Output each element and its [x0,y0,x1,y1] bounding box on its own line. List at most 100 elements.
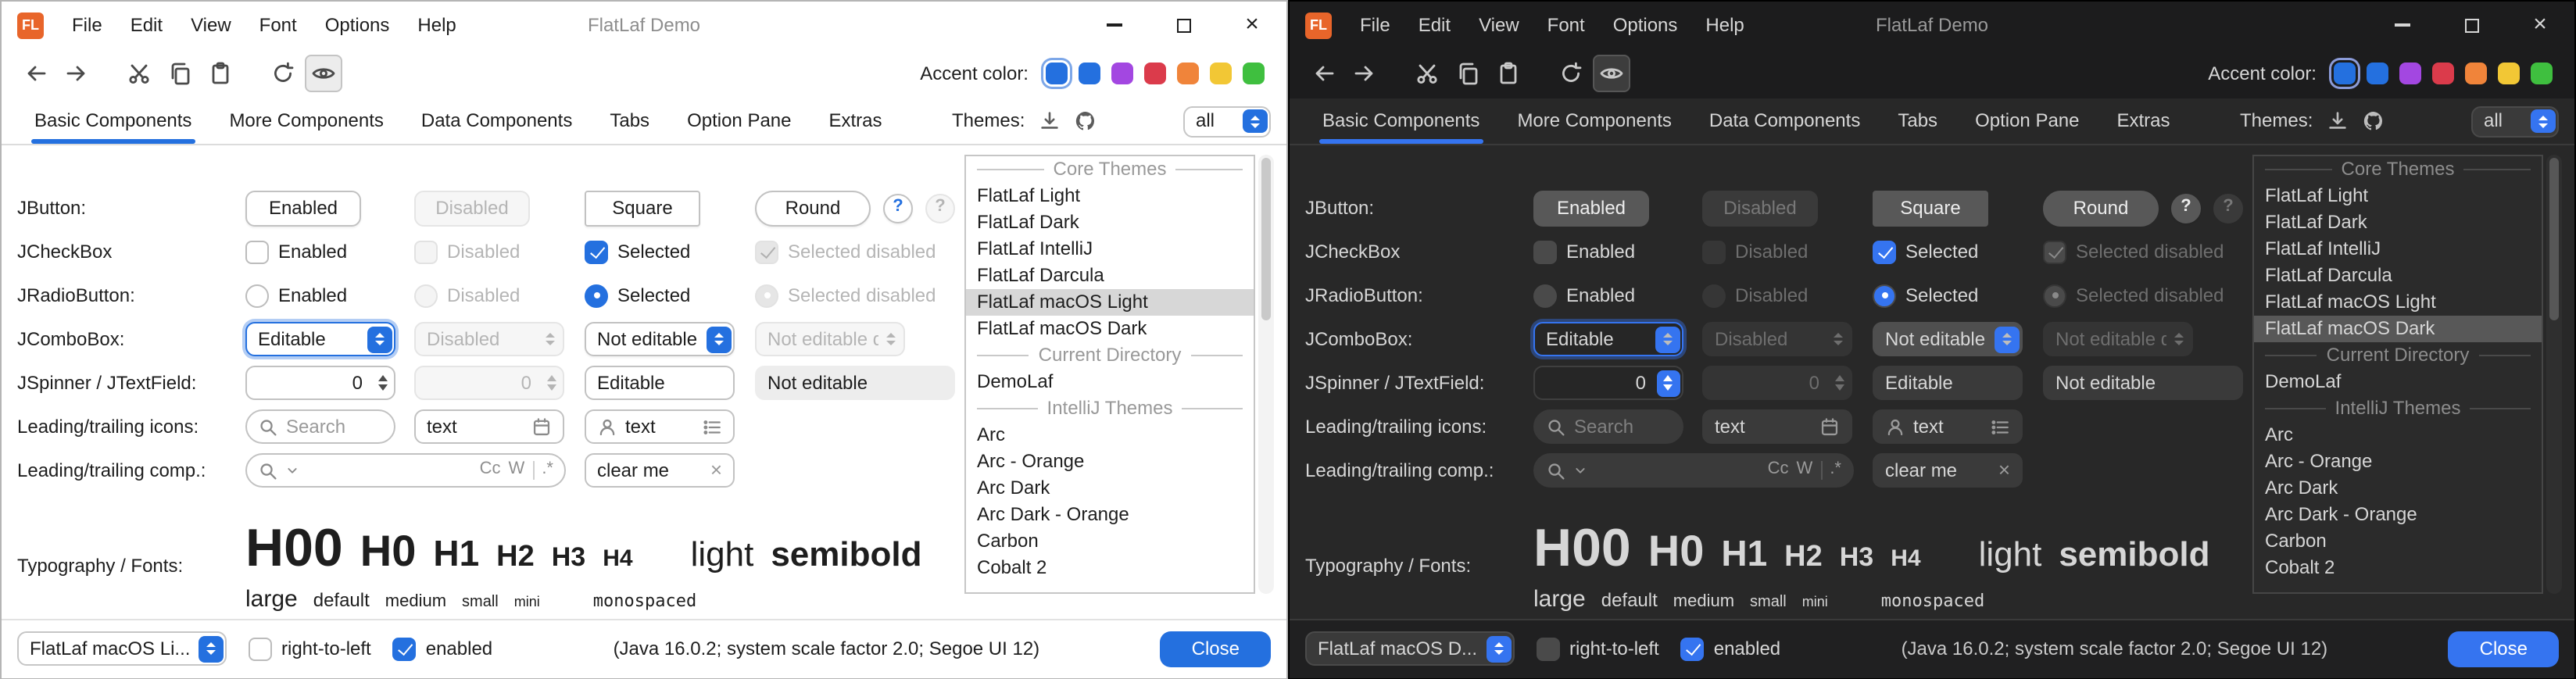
calendar-icon[interactable] [1819,416,1840,437]
eye-toggle-icon[interactable] [1593,55,1630,92]
editable-textfield-input[interactable] [597,372,722,395]
cut-icon[interactable] [1408,55,1446,92]
theme-item-flatlaf-macos-light[interactable]: FlatLaf macOS Light [966,289,1254,316]
menu-file[interactable]: File [1347,9,1403,41]
theme-item-flatlaf-macos-light[interactable]: FlatLaf macOS Light [2254,289,2542,316]
round-button[interactable]: Round [2043,190,2159,226]
theme-item-cobalt2[interactable]: Cobalt 2 [966,555,1254,581]
list-icon[interactable] [1990,416,2010,437]
spinner[interactable] [245,366,395,400]
maximize-button[interactable] [1149,2,1218,48]
editable-textfield-input[interactable] [1885,372,2010,395]
square-button[interactable]: Square [1873,190,1988,226]
search-with-options-field[interactable]: CcW.* [1533,453,1854,488]
menu-edit[interactable]: Edit [1406,9,1463,41]
title-bar[interactable]: FL File Edit View Font Options Help Flat… [2,2,1286,48]
user-textfield-input[interactable] [625,416,694,438]
editable-combobox[interactable] [245,322,395,356]
spinner-input[interactable] [1535,367,1654,398]
menu-edit[interactable]: Edit [118,9,175,41]
accent-swatch-blue[interactable] [1079,63,1100,84]
tab-basic-components[interactable]: Basic Components [1305,98,1497,144]
close-button[interactable]: Close [2449,631,2559,666]
theme-item-arc-dark-orange[interactable]: Arc Dark - Orange [966,502,1254,528]
accent-swatch-yellow[interactable] [2498,63,2520,84]
tab-more-components[interactable]: More Components [212,98,400,144]
not-editable-combobox[interactable]: Not editable [585,322,735,356]
menu-view[interactable]: View [178,9,244,41]
accent-swatch-default[interactable] [2334,63,2356,84]
forward-icon[interactable] [1346,55,1383,92]
search-input[interactable] [286,416,383,438]
tab-tabs[interactable]: Tabs [592,98,667,144]
download-theme-icon[interactable] [2325,109,2349,133]
scrollbar-thumb[interactable] [2549,158,2559,320]
spinner[interactable] [1533,366,1683,400]
download-theme-icon[interactable] [1037,109,1061,133]
accent-swatch-red[interactable] [1144,63,1166,84]
lookandfeel-combobox[interactable]: FlatLaf macOS Li... [17,631,227,666]
tab-tabs[interactable]: Tabs [1880,98,1955,144]
menu-file[interactable]: File [59,9,115,41]
theme-item-arc-orange[interactable]: Arc - Orange [966,448,1254,475]
clearable-textfield-input[interactable] [1885,459,1991,482]
refresh-icon[interactable] [1552,55,1590,92]
theme-item-cobalt2[interactable]: Cobalt 2 [2254,555,2542,581]
theme-item-carbon[interactable]: Carbon [2254,528,2542,555]
search-with-options-input[interactable] [1594,459,1760,482]
accent-swatch-purple[interactable] [1111,63,1133,84]
regex-toggle[interactable]: .* [1830,460,1841,481]
accent-swatch-blue[interactable] [2367,63,2388,84]
spinner-input[interactable] [247,367,370,398]
themes-scrollbar[interactable] [2546,155,2562,594]
search-with-options-input[interactable] [306,459,472,482]
lookandfeel-combobox[interactable]: FlatLaf macOS D... [1305,631,1515,666]
theme-item-flatlaf-light[interactable]: FlatLaf Light [2254,183,2542,209]
title-bar[interactable]: FL File Edit View Font Options Help Flat… [1290,2,2574,48]
theme-item-carbon[interactable]: Carbon [966,528,1254,555]
clearable-textfield[interactable]: × [1873,453,2023,488]
tab-option-pane[interactable]: Option Pane [670,98,808,144]
theme-item-flatlaf-light[interactable]: FlatLaf Light [966,183,1254,209]
menu-options[interactable]: Options [313,9,402,41]
theme-item-flatlaf-macos-dark[interactable]: FlatLaf macOS Dark [2254,316,2542,342]
accent-swatch-orange[interactable] [1177,63,1199,84]
user-textfield-input[interactable] [1913,416,1982,438]
checkbox-enabled[interactable]: Enabled [245,240,347,263]
calendar-textfield-input[interactable] [1715,416,1812,438]
chevron-updown-icon[interactable] [367,326,392,352]
menu-font[interactable]: Font [247,9,309,41]
paste-icon[interactable] [1490,55,1527,92]
enabled-button[interactable]: Enabled [1533,190,1649,226]
help-button[interactable]: ? [2171,193,2201,223]
close-button[interactable]: Close [1161,631,1271,666]
github-icon[interactable] [2361,109,2385,133]
scrollbar-thumb[interactable] [1261,158,1271,320]
chevron-updown-icon[interactable] [1994,326,2019,352]
github-icon[interactable] [1073,109,1097,133]
regex-toggle[interactable]: .* [542,460,553,481]
enabled-button[interactable]: Enabled [245,190,361,226]
theme-item-flatlaf-dark[interactable]: FlatLaf Dark [966,209,1254,236]
refresh-icon[interactable] [264,55,302,92]
radio-selected[interactable]: Selected [585,284,690,307]
menu-help[interactable]: Help [405,9,468,41]
themes-scrollbar[interactable] [1258,155,1274,594]
minimize-button[interactable] [1080,2,1149,48]
round-button[interactable]: Round [755,190,871,226]
chevron-updown-icon[interactable] [706,326,731,352]
match-case-toggle[interactable]: Cc [480,460,501,481]
theme-filter-combobox[interactable]: all [2471,105,2559,137]
not-editable-combobox[interactable]: Not editable [1873,322,2023,356]
theme-item-flatlaf-macos-dark[interactable]: FlatLaf macOS Dark [966,316,1254,342]
user-textfield[interactable] [1873,409,2023,444]
menu-view[interactable]: View [1466,9,1532,41]
tab-data-components[interactable]: Data Components [1692,98,1877,144]
accent-swatch-orange[interactable] [2465,63,2487,84]
back-icon[interactable] [1305,55,1343,92]
whole-words-toggle[interactable]: W [509,460,525,481]
theme-item-flatlaf-darcula[interactable]: FlatLaf Darcula [2254,263,2542,289]
close-window-button[interactable]: × [1218,2,1286,48]
calendar-textfield[interactable] [1702,409,1852,444]
forward-icon[interactable] [58,55,95,92]
